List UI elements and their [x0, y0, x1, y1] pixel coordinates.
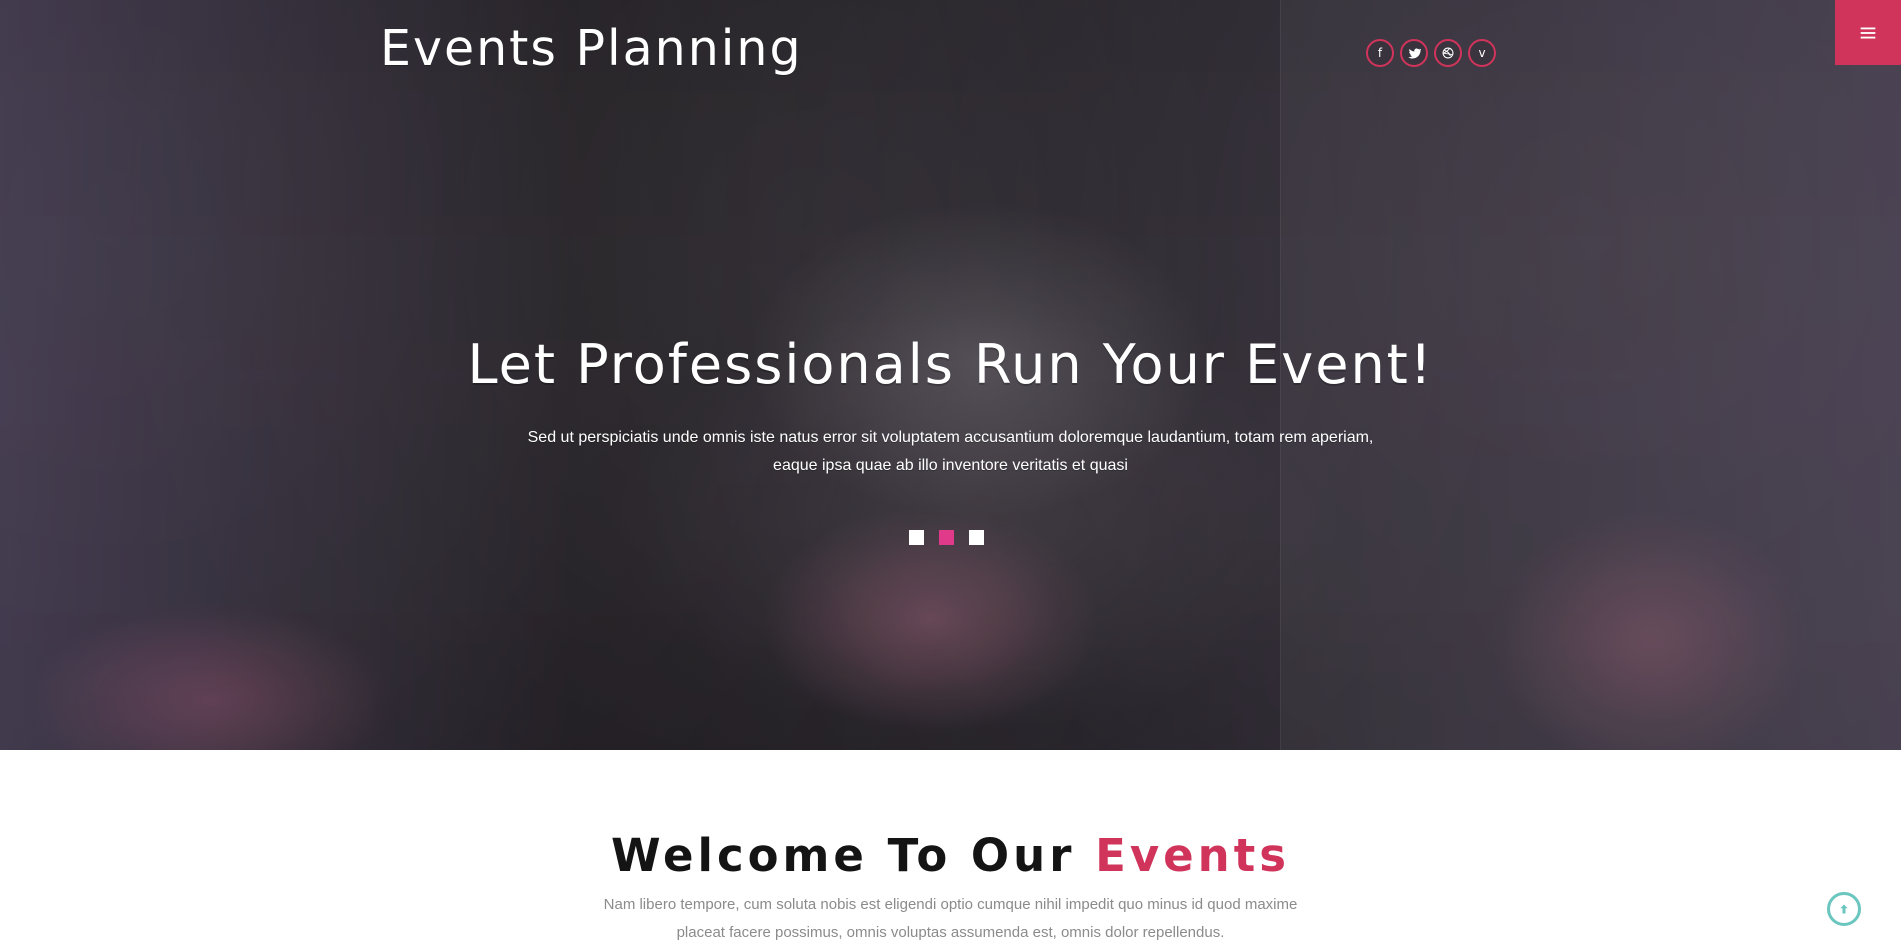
welcome-heading-prefix: Welcome To Our — [610, 829, 1096, 882]
twitter-icon — [1408, 48, 1421, 59]
hero-subtitle: Sed ut perspiciatis unde omnis iste natu… — [527, 429, 1374, 474]
welcome-body: Nam libero tempore, cum soluta nobis est… — [603, 896, 1298, 941]
social-links: f v — [1366, 39, 1496, 67]
welcome-heading: Welcome To Our Events — [0, 829, 1901, 882]
facebook-button[interactable]: f — [1366, 39, 1394, 67]
welcome-heading-accent: Events — [1095, 829, 1291, 882]
slider-dot-1[interactable] — [909, 530, 924, 545]
twitter-button[interactable] — [1400, 39, 1428, 67]
hero-section: Events Planning f v Let Professionals Ru… — [0, 0, 1901, 750]
dribbble-button[interactable] — [1434, 39, 1462, 67]
site-title[interactable]: Events Planning — [380, 20, 803, 77]
slider-dot-3[interactable] — [969, 530, 984, 545]
menu-button[interactable] — [1835, 0, 1901, 65]
scroll-to-top-button[interactable] — [1827, 892, 1861, 926]
dribbble-icon — [1442, 47, 1454, 59]
hero-slider-dots — [909, 530, 984, 545]
slider-dot-2[interactable] — [939, 530, 954, 545]
vimeo-icon: v — [1478, 46, 1486, 60]
hero-title: Let Professionals Run Your Event! — [467, 333, 1434, 396]
arrow-up-icon — [1840, 904, 1848, 914]
vimeo-button[interactable]: v — [1468, 39, 1496, 67]
facebook-icon: f — [1377, 46, 1383, 60]
menu-icon — [1860, 27, 1876, 38]
